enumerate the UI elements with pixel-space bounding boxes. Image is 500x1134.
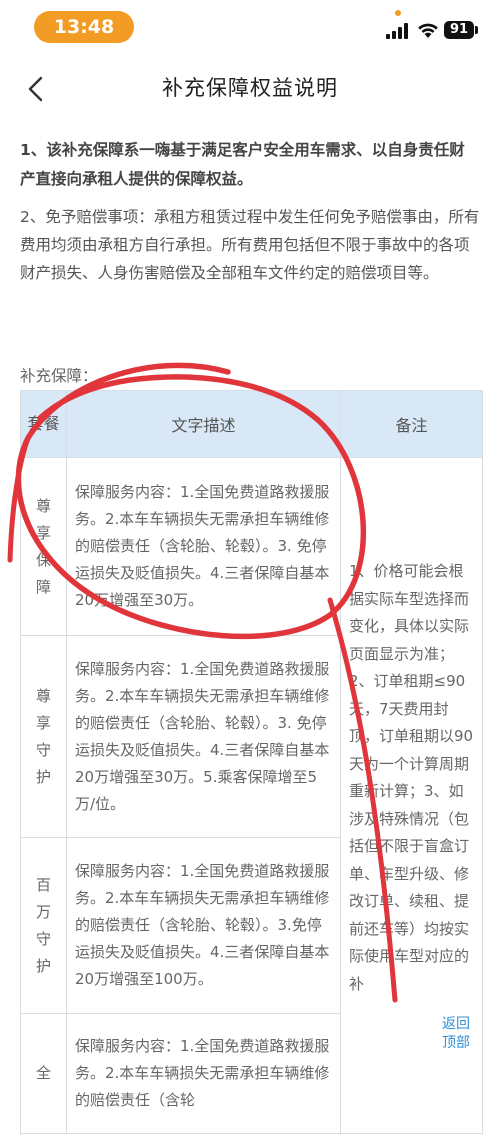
package-name: 尊享守护: [20, 635, 67, 838]
package-description: 保障服务内容：1.全国免费道路救援服务。2.本车车辆损失无需承担车辆维修的赔偿责…: [66, 635, 341, 838]
table-row: 尊享保障 保障服务内容：1.全国免费道路救援服务。2.本车车辆损失无需承担车辆维…: [20, 457, 483, 1134]
clause-1-text: 1、该补充保障系一嗨基于满足客户安全用车需求、以自身责任财产直接向承租人提供的保…: [20, 141, 465, 188]
package-description: 保障服务内容：1.全国免费道路救援服务。2.本车车辆损失无需承担车辆维修的赔偿责…: [66, 1013, 341, 1134]
package-name: 尊享保障: [20, 457, 67, 636]
status-time: 13:48: [34, 11, 134, 43]
cellular-signal-icon: [386, 23, 412, 39]
package-name: 百万守护: [20, 837, 67, 1014]
wifi-icon: [418, 23, 438, 38]
header-note: 备注: [340, 390, 483, 458]
note-text: 1、价格可能会根据实际车型选择而变化，具体以实际页面显示为准；2、订单租期≤90…: [349, 562, 474, 993]
recording-dot-icon: [395, 10, 401, 16]
status-bar: 13:48 91: [0, 0, 500, 56]
package-description: 保障服务内容：1.全国免费道路救援服务。2.本车车辆损失无需承担车辆维修的赔偿责…: [66, 837, 341, 1014]
clause-2-text: 2、免予赔偿事项：承租方租赁过程中发生任何免予赔偿事由，所有费用均须由承租方自行…: [20, 208, 480, 282]
header-description: 文字描述: [66, 390, 341, 458]
header-package: 套餐: [20, 390, 67, 458]
package-name: 全: [20, 1013, 67, 1134]
coverage-table: 套餐 文字描述 备注 尊享保障 保障服务内容：1.全国免费道路救援服务。2.本车…: [20, 390, 483, 1134]
nav-bar: 补充保障权益说明: [0, 56, 500, 122]
table-caption: 补充保障：: [20, 367, 98, 385]
battery-icon: 91: [444, 21, 474, 39]
battery-tip: [475, 26, 478, 34]
back-to-top-button[interactable]: 返回顶部: [436, 1015, 476, 1053]
table-header-row: 套餐 文字描述 备注: [20, 390, 483, 458]
package-description: 保障服务内容：1.全国免费道路救援服务。2.本车车辆损失无需承担车辆维修的赔偿责…: [66, 457, 341, 636]
page-title: 补充保障权益说明: [162, 76, 338, 100]
